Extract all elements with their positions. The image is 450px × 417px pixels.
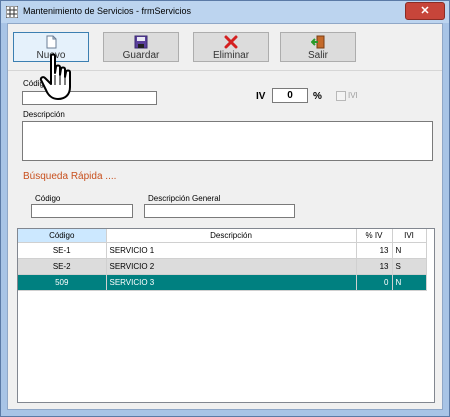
busqueda-rapida-title: Búsqueda Rápida ....	[23, 171, 117, 182]
ivi-checkbox-label: IVI	[348, 91, 358, 100]
descripcion-label: Descripción	[23, 110, 65, 119]
cell-codigo: 509	[18, 274, 107, 291]
close-button[interactable]: ✕	[405, 2, 445, 20]
search-codigo-input[interactable]	[31, 204, 133, 218]
col-header-codigo[interactable]: Código	[18, 229, 107, 243]
table-row[interactable]: SE-1 SERVICIO 1 13 N	[18, 242, 427, 259]
ivi-checkbox[interactable]	[336, 91, 346, 101]
col-header-iv[interactable]: % IV	[356, 229, 393, 243]
cell-iv: 0	[356, 274, 393, 291]
search-codigo-label: Código	[35, 194, 61, 203]
cell-iv: 13	[356, 242, 393, 259]
cell-codigo: SE-2	[18, 258, 107, 275]
salir-button[interactable]: Salir	[280, 32, 356, 62]
cell-descripcion: SERVICIO 2	[106, 258, 357, 275]
col-header-ivi[interactable]: IVI	[392, 229, 427, 243]
descripcion-textarea[interactable]	[22, 121, 433, 161]
save-icon	[134, 35, 148, 49]
guardar-label: Guardar	[122, 50, 160, 61]
exit-door-icon	[311, 35, 325, 49]
cell-iv: 13	[356, 258, 393, 275]
services-grid[interactable]: Código Descripción % IV IVI SE-1 SERVICI…	[17, 228, 435, 403]
percent-label: %	[313, 91, 322, 102]
table-header-row: Código Descripción % IV IVI	[18, 229, 427, 243]
cell-descripcion: SERVICIO 3	[106, 274, 357, 291]
window-title: Mantenimiento de Servicios - frmServicio…	[23, 6, 192, 16]
table-row[interactable]: SE-2 SERVICIO 2 13 S	[18, 258, 427, 275]
cell-ivi: S	[392, 258, 427, 275]
eliminar-label: Eliminar	[212, 50, 250, 61]
search-desc-label: Descripción General	[148, 194, 221, 203]
app-icon	[6, 6, 18, 18]
title-bar[interactable]: Mantenimiento de Servicios - frmServicio…	[1, 1, 449, 23]
delete-x-icon	[224, 35, 238, 49]
col-header-descripcion[interactable]: Descripción	[106, 229, 357, 243]
guardar-button[interactable]: Guardar	[103, 32, 179, 62]
iv-label: IV	[256, 91, 266, 102]
services-table: Código Descripción % IV IVI SE-1 SERVICI…	[18, 229, 427, 291]
salir-label: Salir	[307, 50, 328, 61]
cell-ivi: N	[392, 274, 427, 291]
cell-codigo: SE-1	[18, 242, 107, 259]
app-window: Mantenimiento de Servicios - frmServicio…	[0, 0, 450, 417]
close-icon: ✕	[420, 5, 430, 17]
eliminar-button[interactable]: Eliminar	[193, 32, 269, 62]
cell-descripcion: SERVICIO 1	[106, 242, 357, 259]
table-row-selected[interactable]: 509 SERVICIO 3 0 N	[18, 274, 427, 291]
search-desc-input[interactable]	[144, 204, 295, 218]
hand-pointer-cursor-icon	[39, 53, 71, 100]
iv-input[interactable]: 0	[272, 88, 308, 103]
cell-ivi: N	[392, 242, 427, 259]
new-document-icon	[46, 35, 57, 49]
